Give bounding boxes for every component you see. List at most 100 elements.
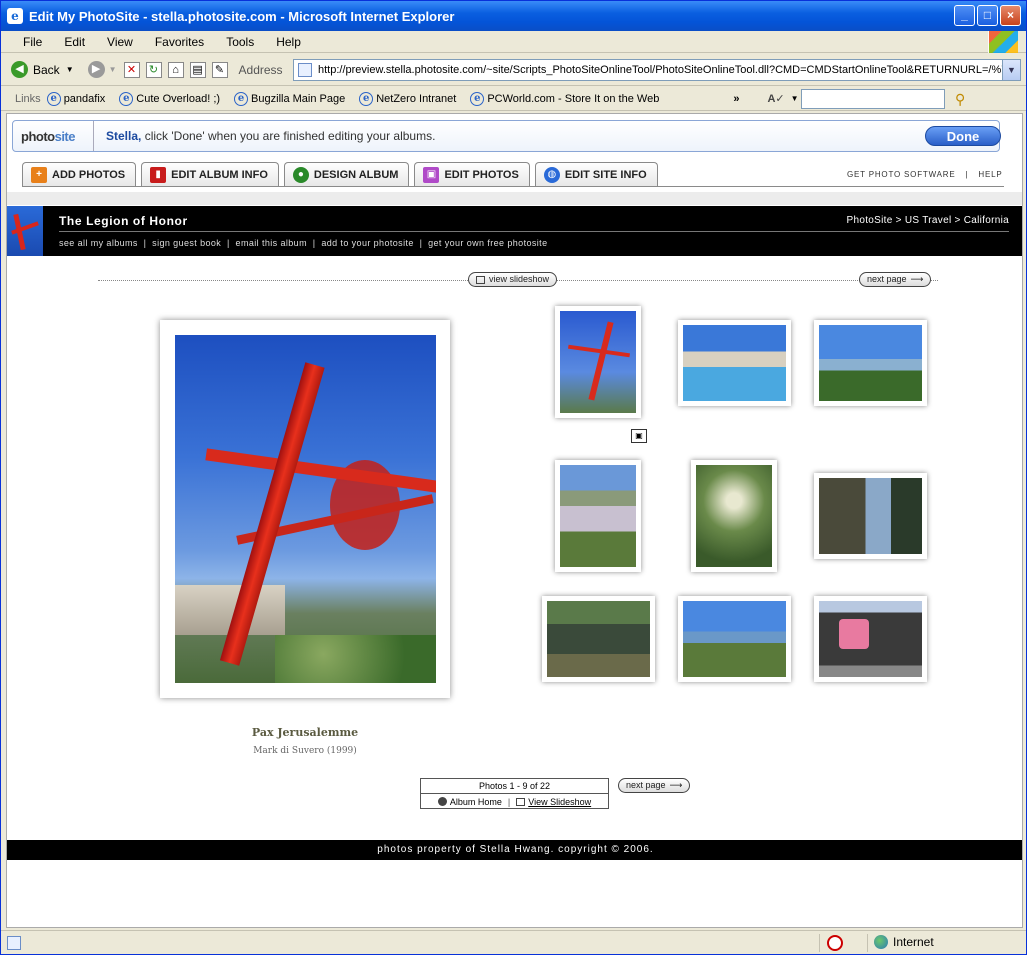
menu-view[interactable]: View <box>93 35 141 49</box>
refresh-icon[interactable]: ↻ <box>145 61 162 78</box>
forward-arrow-icon: ▶ <box>87 61 105 78</box>
album-home-label: Album Home <box>449 796 502 807</box>
thumbnail-6[interactable] <box>814 473 927 559</box>
link-pcworld[interactable]: e PCWorld.com - Store It on the Web <box>470 91 659 106</box>
slideshow-cover-icon[interactable]: ▣ <box>631 429 647 443</box>
tab-edit-photos[interactable]: ▣ EDIT PHOTOS <box>414 162 530 186</box>
link-netzero[interactable]: e NetZero Intranet <box>359 91 457 106</box>
thumbnail-5[interactable] <box>691 460 777 572</box>
minimize-button[interactable]: _ <box>954 5 975 26</box>
menu-favorites[interactable]: Favorites <box>141 35 212 49</box>
search-icon[interactable]: ⚲ <box>955 91 965 108</box>
thumbnail-image <box>819 601 922 677</box>
tab-add-photos[interactable]: + ADD PHOTOS <box>22 162 137 186</box>
link-cute-overload[interactable]: e Cute Overload! ;) <box>119 91 221 106</box>
menu-edit[interactable]: Edit <box>50 35 93 49</box>
pagination-box: Photos 1 - 9 of 22 Album Home | View Sli… <box>420 778 609 809</box>
spacer-band <box>7 192 1022 205</box>
link-pandafix[interactable]: e pandafix <box>46 91 105 106</box>
copyright-footer: photos property of Stella Hwang. copyrig… <box>7 840 1022 860</box>
popup-blocked-icon[interactable] <box>827 935 843 951</box>
album-cover-thumbnail[interactable] <box>7 206 43 256</box>
thumbnail-3[interactable] <box>814 320 927 406</box>
tab-edit-site-info[interactable]: ◍ EDIT SITE INFO <box>534 162 658 186</box>
main-photo[interactable] <box>160 320 450 698</box>
close-button[interactable]: × <box>1000 5 1021 26</box>
globe-icon: ◍ <box>543 166 560 183</box>
logo-part: photo <box>21 129 55 144</box>
research-icon[interactable]: ✎ <box>211 61 228 78</box>
title-bar[interactable]: e Edit My PhotoSite - stella.photosite.c… <box>1 1 1026 31</box>
autofill-dropdown-icon[interactable]: ▼ <box>791 94 799 103</box>
thumbnail-8[interactable] <box>678 596 791 682</box>
back-dropdown-icon[interactable]: ▼ <box>66 65 74 74</box>
help-link[interactable]: HELP <box>978 170 1002 179</box>
ie-icon: e <box>7 8 23 24</box>
get-photo-software-link[interactable]: GET PHOTO SOFTWARE <box>847 170 955 179</box>
thumbnail-2[interactable] <box>678 320 791 406</box>
next-page-button-bottom[interactable]: next page ⟶ <box>618 778 691 793</box>
design-palette-icon: ● <box>292 166 309 183</box>
thumbnail-image <box>560 311 636 413</box>
standard-toolbar: ◀ Back ▼ ▶ ▼ ✕ ↻ ⌂ ▤ ✎ Address http://pr… <box>1 54 1026 86</box>
back-label: Back <box>33 62 60 77</box>
menu-help[interactable]: Help <box>262 35 309 49</box>
album-sublinks[interactable]: see all my albums | sign guest book | em… <box>59 238 547 248</box>
tab-edit-album-info[interactable]: ▮ EDIT ALBUM INFO <box>141 162 279 186</box>
stop-icon[interactable]: ✕ <box>123 61 140 78</box>
maximize-button[interactable]: □ <box>977 5 998 26</box>
arrow-right-icon: ⟶ <box>669 780 683 790</box>
header-rule <box>59 231 1009 232</box>
view-slideshow-label: View Slideshow <box>528 796 592 807</box>
address-bar[interactable]: http://preview.stella.photosite.com/~sit… <box>293 59 1021 81</box>
back-button[interactable]: ◀ Back ▼ <box>7 57 78 83</box>
user-name: Stella, <box>106 129 142 143</box>
print-icon[interactable]: ▤ <box>189 61 206 78</box>
menu-file[interactable]: File <box>1 35 50 49</box>
home-icon[interactable]: ⌂ <box>167 61 184 78</box>
editor-tabs: + ADD PHOTOS ▮ EDIT ALBUM INFO ● DESIGN ALB… <box>22 162 658 186</box>
search-input[interactable] <box>801 89 945 109</box>
tab-divider <box>22 186 1004 187</box>
forward-button[interactable]: ▶ ▼ <box>84 57 121 83</box>
thumbnail-1[interactable] <box>555 306 641 418</box>
photosite-editor-bar: photosite Stella, click 'Done' when you … <box>12 120 1001 152</box>
tab-label: ADD PHOTOS <box>52 168 126 181</box>
photo-caption-subtitle: Mark di Suvero (1999) <box>253 746 357 756</box>
address-label: Address <box>238 62 283 77</box>
next-page-button-top[interactable]: next page ⟶ <box>859 272 932 287</box>
link-bugzilla[interactable]: e Bugzilla Main Page <box>234 91 345 106</box>
view-slideshow-button[interactable]: view slideshow <box>468 272 558 287</box>
chevron-right-icon[interactable]: » <box>733 93 739 105</box>
link-label: Cute Overload! ;) <box>136 92 221 105</box>
menu-tools[interactable]: Tools <box>212 35 262 49</box>
home-icon <box>437 796 447 806</box>
link-label: NetZero Intranet <box>376 92 457 105</box>
address-url: http://preview.stella.photosite.com/~sit… <box>318 64 1018 76</box>
tab-design-album[interactable]: ● DESIGN ALBUM <box>283 162 410 186</box>
main-photo-image <box>175 335 436 683</box>
top-links: GET PHOTO SOFTWARE | HELP <box>847 170 1002 179</box>
thumbnail-image <box>547 601 650 677</box>
thumbnail-9[interactable] <box>814 596 927 682</box>
thumbnail-image <box>819 325 922 401</box>
back-arrow-icon: ◀ <box>11 61 28 78</box>
album-header: The Legion of Honor PhotoSite > US Trave… <box>7 206 1022 256</box>
forward-dropdown-icon[interactable]: ▼ <box>109 65 117 74</box>
thumbnail-image <box>819 478 922 554</box>
album-home-link[interactable]: Album Home <box>437 796 502 807</box>
view-slideshow-link[interactable]: View Slideshow <box>516 797 591 807</box>
thumbnail-7[interactable] <box>542 596 655 682</box>
thumbnail-4[interactable] <box>555 460 641 572</box>
photosite-logo[interactable]: photosite <box>21 129 76 144</box>
done-button[interactable]: Done <box>925 126 1001 146</box>
next-page-label: next page <box>626 780 666 790</box>
slideshow-icon <box>476 275 485 284</box>
windows-logo-icon <box>988 31 1018 53</box>
breadcrumb[interactable]: PhotoSite > US Travel > California <box>847 215 1010 226</box>
editor-message: Stella, click 'Done' when you are finish… <box>93 121 435 151</box>
autofill-icon[interactable]: A✓ <box>767 92 784 105</box>
address-dropdown-icon[interactable]: ▼ <box>1002 60 1020 80</box>
ie-link-icon: e <box>119 91 134 106</box>
page-icon <box>298 63 312 77</box>
